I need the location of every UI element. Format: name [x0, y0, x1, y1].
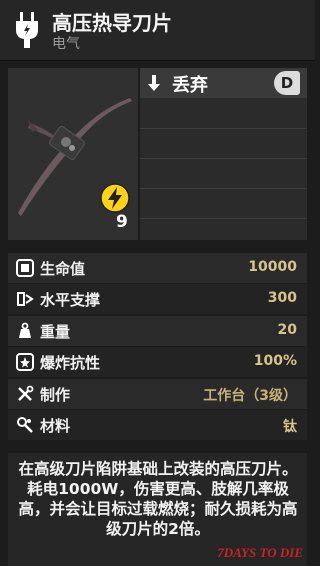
stat-value: 10000 — [248, 259, 297, 275]
discard-key-hint: D — [274, 71, 300, 95]
item-category: 电气 — [52, 36, 80, 52]
stat-row-materials: 材料 钛 — [8, 410, 307, 440]
discard-label: 丢弃 — [172, 75, 208, 96]
stat-label: 爆炸抗性 — [40, 354, 101, 372]
divider — [140, 158, 307, 159]
horizontal-support-icon — [17, 292, 34, 306]
materials-icon — [17, 417, 33, 433]
item-title: 高压热导刀片 — [52, 11, 172, 35]
stat-value: 钛 — [283, 419, 297, 435]
stat-label: 材料 — [40, 417, 71, 435]
divider — [140, 188, 307, 189]
divider — [140, 128, 307, 129]
stat-label: 水平支撑 — [40, 291, 101, 309]
heart-block-icon — [16, 259, 34, 277]
stat-row-weight: 重量 20 — [8, 316, 307, 346]
arrow-down-icon — [148, 75, 160, 91]
watermark-logo: 7DAYS TO DIE — [217, 545, 303, 560]
explosion-resist-icon — [16, 353, 34, 371]
stat-value: 300 — [267, 290, 297, 306]
item-preview: 9 — [8, 68, 138, 240]
item-description: 在高级刀片陷阱基础上改装的高压刀片。耗电1000W，伤害更高、肢解几率极高，并会… — [18, 460, 298, 538]
electric-plug-icon — [16, 12, 38, 48]
tools-icon — [18, 385, 34, 401]
stat-value: 100% — [253, 353, 297, 369]
stat-row-horizontal-support: 水平支撑 300 — [8, 284, 307, 314]
stat-value: 20 — [277, 322, 297, 338]
stat-value: 工作台（3级） — [203, 388, 297, 404]
stat-row-crafting: 制作 工作台（3级） — [8, 379, 307, 409]
power-count: 9 — [116, 212, 128, 232]
stat-row-health: 生命值 10000 — [8, 253, 307, 283]
item-header: 高压热导刀片 电气 — [0, 0, 315, 61]
stat-label: 重量 — [40, 323, 71, 341]
stat-row-explosion-resistance: 爆炸抗性 100% — [8, 347, 307, 377]
power-bolt-icon — [100, 183, 130, 213]
divider — [140, 218, 307, 219]
discard-button[interactable]: 丢弃 D — [140, 68, 307, 98]
weight-icon — [19, 322, 31, 338]
stat-label: 生命值 — [40, 260, 86, 278]
action-panel: 丢弃 D — [140, 68, 307, 240]
stat-label: 制作 — [40, 386, 71, 404]
item-description-panel: 在高级刀片陷阱基础上改装的高压刀片。耗电1000W，伤害更高、肢解几率极高，并会… — [8, 453, 307, 566]
